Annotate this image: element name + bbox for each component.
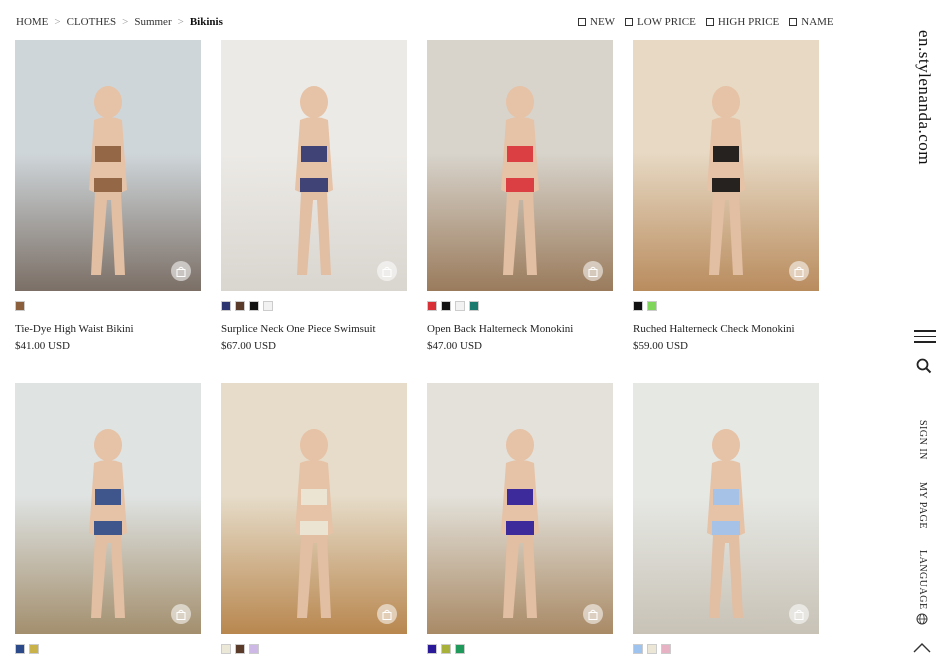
sign-in-link[interactable]: SIGN IN <box>917 420 928 460</box>
shopping-bag-icon[interactable] <box>583 604 603 624</box>
sort-options: NEW LOW PRICE HIGH PRICE NAME <box>578 16 834 28</box>
product-photo[interactable] <box>221 40 407 291</box>
sort-checkbox[interactable] <box>705 18 714 26</box>
color-swatch[interactable] <box>469 301 479 311</box>
breadcrumb-home[interactable]: HOME <box>16 16 48 28</box>
product-card[interactable] <box>15 383 201 666</box>
color-swatch[interactable] <box>647 644 657 654</box>
product-photo[interactable] <box>633 40 819 291</box>
color-swatch[interactable] <box>221 644 231 654</box>
shopping-bag-icon[interactable] <box>171 261 191 281</box>
menu-icon[interactable] <box>914 330 936 344</box>
color-swatch[interactable] <box>249 644 259 654</box>
product-photo[interactable] <box>15 40 201 291</box>
sort-low-price[interactable]: LOW PRICE <box>625 16 696 28</box>
product-card[interactable]: Surplice Neck One Piece Swimsuit $67.00 U… <box>221 40 407 352</box>
breadcrumb-separator: > <box>177 16 184 28</box>
color-swatch[interactable] <box>221 301 231 311</box>
color-swatches <box>221 301 407 311</box>
sort-label: HIGH PRICE <box>717 16 780 28</box>
color-swatch[interactable] <box>427 301 437 311</box>
product-photo[interactable] <box>427 383 613 634</box>
sort-checkbox[interactable] <box>578 18 586 26</box>
color-swatch[interactable] <box>15 301 25 311</box>
shopping-bag-icon[interactable] <box>789 604 809 624</box>
shopping-bag-icon[interactable] <box>789 261 809 281</box>
color-swatch[interactable] <box>263 301 273 311</box>
shopping-bag-icon[interactable] <box>377 604 397 624</box>
color-swatches <box>15 301 201 311</box>
color-swatches <box>633 644 819 654</box>
globe-icon[interactable] <box>916 612 928 630</box>
product-name[interactable]: Ruched Halterneck Check Monokini <box>633 323 819 335</box>
product-price: $67.00 USD <box>221 340 277 352</box>
color-swatch[interactable] <box>441 301 451 311</box>
product-card[interactable] <box>427 383 613 666</box>
product-photo[interactable] <box>427 40 613 291</box>
shopping-bag-icon[interactable] <box>377 261 397 281</box>
shopping-bag-icon[interactable] <box>171 604 191 624</box>
product-card[interactable]: Open Back Halterneck Monokini $47.00 USD <box>427 40 613 352</box>
sort-high-price[interactable]: HIGH PRICE <box>705 16 780 28</box>
language-link[interactable]: LANGUAGE <box>917 550 928 610</box>
color-swatch[interactable] <box>455 301 465 311</box>
sort-checkbox[interactable] <box>625 18 634 26</box>
product-price: $41.00 USD <box>15 340 71 352</box>
color-swatch[interactable] <box>661 644 671 654</box>
color-swatch[interactable] <box>633 644 643 654</box>
color-swatches <box>221 644 407 654</box>
color-swatch[interactable] <box>235 301 245 311</box>
shopping-bag-icon[interactable] <box>583 261 603 281</box>
product-photo[interactable] <box>633 383 819 634</box>
color-swatch[interactable] <box>427 644 437 654</box>
breadcrumb-clothes[interactable]: CLOTHES <box>67 16 117 28</box>
sort-label: NEW <box>590 16 616 28</box>
chevron-up-icon[interactable] <box>912 640 932 659</box>
product-price: $47.00 USD <box>427 340 483 352</box>
breadcrumb-separator: > <box>122 16 129 28</box>
breadcrumb-summer[interactable]: Summer <box>134 16 171 28</box>
color-swatches <box>427 644 613 654</box>
breadcrumb-current: Bikinis <box>189 16 223 28</box>
color-swatch[interactable] <box>441 644 451 654</box>
color-swatch[interactable] <box>633 301 643 311</box>
color-swatch[interactable] <box>249 301 259 311</box>
color-swatch[interactable] <box>235 644 245 654</box>
sort-new[interactable]: NEW <box>578 16 615 28</box>
color-swatch[interactable] <box>647 301 657 311</box>
color-swatch[interactable] <box>455 644 465 654</box>
sort-name[interactable]: NAME <box>789 16 834 28</box>
color-swatches <box>427 301 613 311</box>
site-domain-logo[interactable]: en.stylenanda.com <box>914 30 934 165</box>
breadcrumb: HOME > CLOTHES > Summer > Bikinis <box>16 16 223 28</box>
product-card[interactable] <box>221 383 407 666</box>
product-name[interactable]: Open Back Halterneck Monokini <box>427 323 613 335</box>
color-swatches <box>633 301 819 311</box>
product-card[interactable] <box>633 383 819 666</box>
breadcrumb-separator: > <box>54 16 61 28</box>
color-swatch[interactable] <box>15 644 25 654</box>
product-price: $59.00 USD <box>633 340 689 352</box>
my-page-link[interactable]: MY PAGE <box>917 482 928 529</box>
product-photo[interactable] <box>221 383 407 634</box>
sort-label: NAME <box>801 16 834 28</box>
product-name[interactable]: Tie-Dye High Waist Bikini <box>15 323 201 335</box>
product-card[interactable]: Ruched Halterneck Check Monokini $59.00 U… <box>633 40 819 352</box>
product-card[interactable]: Tie-Dye High Waist Bikini $41.00 USD <box>15 40 201 352</box>
sort-label: LOW PRICE <box>637 16 696 28</box>
search-icon[interactable] <box>916 358 932 379</box>
sort-checkbox[interactable] <box>789 18 798 26</box>
product-name[interactable]: Surplice Neck One Piece Swimsuit <box>221 323 407 335</box>
color-swatches <box>15 644 201 654</box>
product-photo[interactable] <box>15 383 201 634</box>
color-swatch[interactable] <box>29 644 39 654</box>
